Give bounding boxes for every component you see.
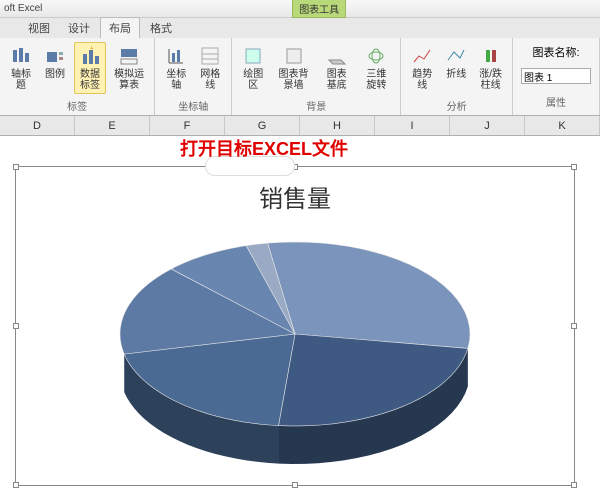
- plot-area-button[interactable]: 绘图区: [238, 42, 268, 94]
- updown-bars-button[interactable]: 涨/跌 柱线: [475, 42, 506, 94]
- axis-title-button[interactable]: 轴标题: [6, 42, 36, 94]
- lines-icon: [445, 45, 467, 67]
- data-table-button[interactable]: 模拟运算表: [110, 42, 148, 94]
- tab-layout[interactable]: 布局: [100, 17, 140, 38]
- axis-title-icon: [10, 45, 32, 67]
- column-header[interactable]: G: [225, 116, 300, 135]
- data-labels-icon: 1: [79, 45, 101, 67]
- column-header[interactable]: H: [300, 116, 375, 135]
- rotation-3d-button[interactable]: 三维旋转: [359, 42, 395, 94]
- group-axes: 坐标轴 网格线 坐标轴: [155, 38, 232, 115]
- group-analysis: 趋势线 折线 涨/跌 柱线 分析: [401, 38, 513, 115]
- group-properties: 图表名称: 属性: [513, 38, 600, 115]
- chart-wall-icon: [283, 45, 305, 67]
- column-header[interactable]: K: [525, 116, 600, 135]
- data-table-icon: [118, 45, 140, 67]
- title-bar: oft Excel 图表工具: [0, 0, 600, 18]
- pie-slice[interactable]: [268, 242, 470, 348]
- tab-format[interactable]: 格式: [142, 18, 180, 38]
- rotation-3d-icon: [365, 45, 387, 67]
- trendline-button[interactable]: 趋势线: [407, 42, 437, 94]
- tab-view[interactable]: 视图: [20, 18, 58, 38]
- chart-name-input[interactable]: [521, 68, 591, 84]
- group-background: 绘图区 图表背景墙 图表基底 三维旋转 背景: [232, 38, 401, 115]
- tab-design[interactable]: 设计: [60, 18, 98, 38]
- chart-title[interactable]: 销售量: [16, 179, 574, 214]
- lines-button[interactable]: 折线: [441, 42, 471, 94]
- group-labels: 轴标题 图例 1 数据标签 模拟运算表 标签: [0, 38, 155, 115]
- legend-button[interactable]: 图例: [40, 42, 70, 94]
- data-labels-button[interactable]: 1 数据标签: [74, 42, 106, 94]
- contextual-tab-label: 图表工具: [292, 0, 346, 18]
- axes-button[interactable]: 坐标轴: [161, 42, 191, 94]
- column-header[interactable]: E: [75, 116, 150, 135]
- gridlines-icon: [199, 45, 221, 67]
- chart-floor-icon: [326, 45, 348, 67]
- column-header[interactable]: I: [375, 116, 450, 135]
- trendline-icon: [411, 45, 433, 67]
- ribbon-tabs: 视图 设计 布局 格式: [0, 18, 600, 38]
- svg-text:1: 1: [90, 46, 94, 51]
- chart-name-label: 图表名称:: [532, 44, 579, 60]
- worksheet-area[interactable]: 销售量: [0, 136, 600, 500]
- plot-area-icon: [242, 45, 264, 67]
- column-header[interactable]: J: [450, 116, 525, 135]
- axes-icon: [165, 45, 187, 67]
- legend-icon: [44, 45, 66, 67]
- chart-wall-button[interactable]: 图表背景墙: [272, 42, 315, 94]
- column-header[interactable]: F: [150, 116, 225, 135]
- updown-bars-icon: [480, 45, 502, 67]
- chart-floor-button[interactable]: 图表基底: [319, 42, 355, 94]
- annotation-text: 打开目标EXCEL文件: [180, 135, 348, 161]
- gridlines-button[interactable]: 网格线: [195, 42, 225, 94]
- pie-chart[interactable]: [16, 224, 574, 474]
- app-name: oft Excel: [4, 3, 42, 14]
- column-headers: DEFGHIJK: [0, 116, 600, 136]
- chart-object[interactable]: 销售量: [15, 166, 575, 486]
- ribbon: 轴标题 图例 1 数据标签 模拟运算表 标签 坐标轴: [0, 38, 600, 116]
- column-header[interactable]: D: [0, 116, 75, 135]
